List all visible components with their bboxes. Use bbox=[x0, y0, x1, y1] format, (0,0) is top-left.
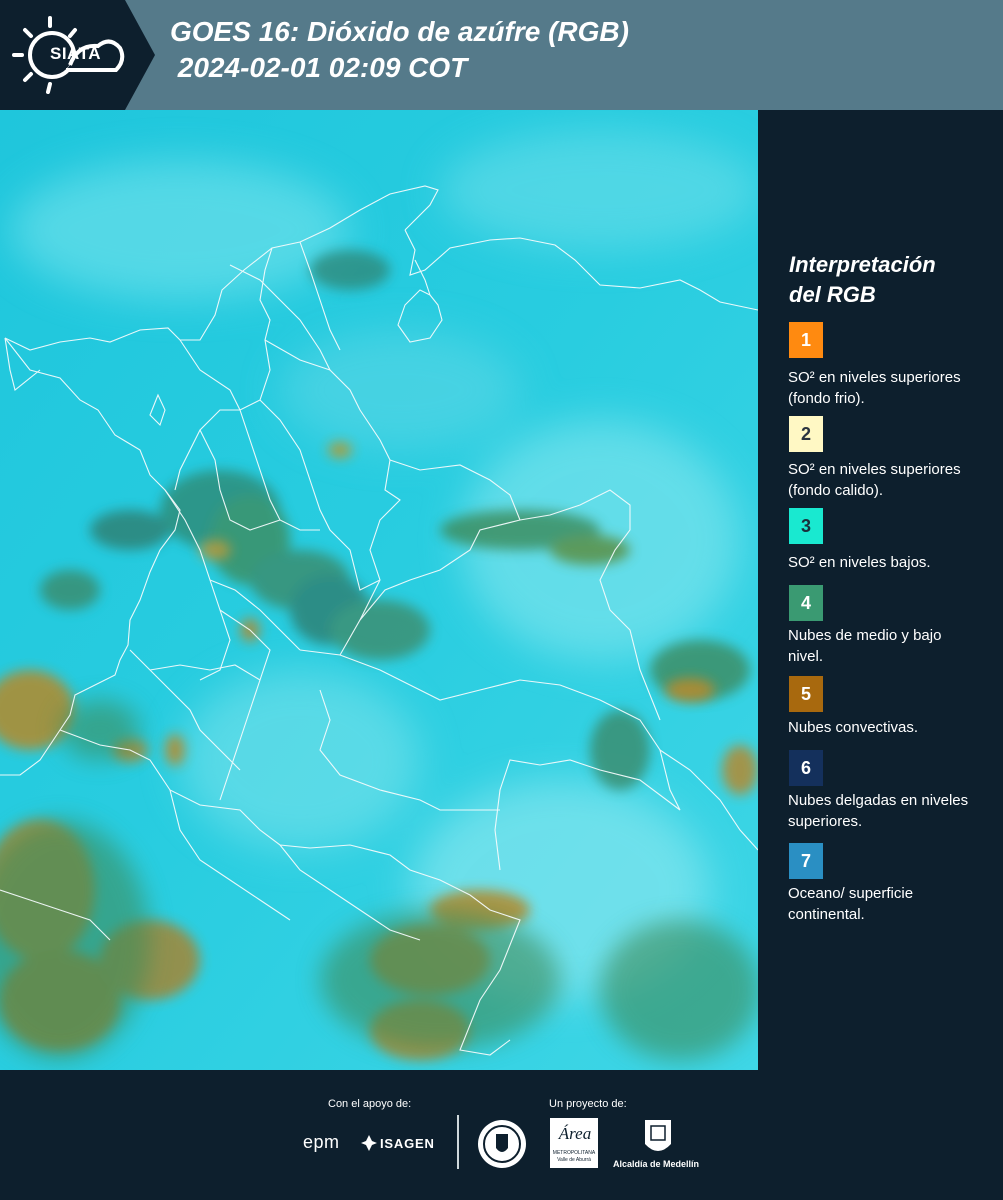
page-title: GOES 16: Dióxido de azúfre (RGB) 2024-02… bbox=[170, 14, 629, 86]
footer-divider bbox=[457, 1115, 459, 1169]
valle-text: Valle de Aburrá bbox=[557, 1157, 591, 1163]
medellin-seal-icon bbox=[478, 1120, 526, 1168]
legend-label-4: Nubes de medio y bajo nivel. bbox=[788, 627, 942, 665]
isagen-logo-icon bbox=[361, 1135, 377, 1151]
legend-label-1: SO² en niveles superiores (fondo frio). bbox=[788, 369, 961, 407]
legend-title-line-2: del RGB bbox=[789, 282, 876, 307]
support-label: Con el apoyo de: bbox=[328, 1098, 412, 1110]
alcaldia-logo: Alcaldía de Medellín bbox=[613, 1159, 700, 1169]
header-bar: SIATA GOES 16: Dióxido de azúfre (RGB) 2… bbox=[0, 0, 1003, 110]
siata-logo-text: SIATA bbox=[50, 44, 101, 63]
legend-number-7: 7 bbox=[800, 850, 811, 871]
legend-swatch-2: 2 bbox=[789, 416, 823, 452]
title-line-2: 2024-02-01 02:09 COT bbox=[170, 52, 468, 83]
epm-logo: epm bbox=[303, 1132, 340, 1152]
legend-swatch-7: 7 bbox=[789, 843, 823, 879]
siata-logo: SIATA bbox=[0, 0, 155, 110]
legend-swatch-1: 1 bbox=[789, 322, 823, 358]
legend-label-3: SO² en niveles bajos. bbox=[788, 554, 931, 571]
metropolitana-text: METROPOLITANA bbox=[552, 1150, 596, 1156]
legend-swatch-4: 4 bbox=[789, 585, 823, 621]
alcaldia-shield-icon bbox=[645, 1120, 671, 1151]
legend-number-5: 5 bbox=[800, 683, 811, 704]
legend-label-2: SO² en niveles superiores (fondo calido)… bbox=[788, 461, 961, 499]
area-logo-text: Área bbox=[558, 1124, 592, 1143]
legend-number-1: 1 bbox=[800, 329, 811, 350]
legend-number-4: 4 bbox=[800, 592, 811, 613]
legend-label-6: Nubes delgadas en niveles superiores. bbox=[788, 792, 969, 830]
isagen-logo: ISAGEN bbox=[380, 1136, 435, 1151]
satellite-map bbox=[0, 110, 758, 1070]
legend-title: Interpretación del RGB bbox=[789, 250, 989, 310]
legend-number-6: 6 bbox=[800, 757, 811, 778]
legend-panel: Interpretación del RGB 1 SO² en niveles … bbox=[758, 110, 1003, 1070]
legend-number-2: 2 bbox=[800, 423, 811, 444]
legend-title-line-1: Interpretación bbox=[789, 252, 936, 277]
legend-number-3: 3 bbox=[800, 515, 811, 536]
legend-label-7: Oceano/ superficie continental. bbox=[788, 885, 914, 923]
legend-swatch-5: 5 bbox=[789, 676, 823, 712]
title-line-1: GOES 16: Dióxido de azúfre (RGB) bbox=[170, 16, 629, 47]
satellite-image bbox=[0, 110, 758, 1070]
legend-swatch-6: 6 bbox=[789, 750, 823, 786]
project-label: Un proyecto de: bbox=[549, 1098, 627, 1110]
legend-swatch-3: 3 bbox=[789, 508, 823, 544]
footer-bar: Con el apoyo de: Un proyecto de: epm ISA… bbox=[0, 1070, 1003, 1200]
legend-label-5: Nubes convectivas. bbox=[788, 719, 919, 736]
